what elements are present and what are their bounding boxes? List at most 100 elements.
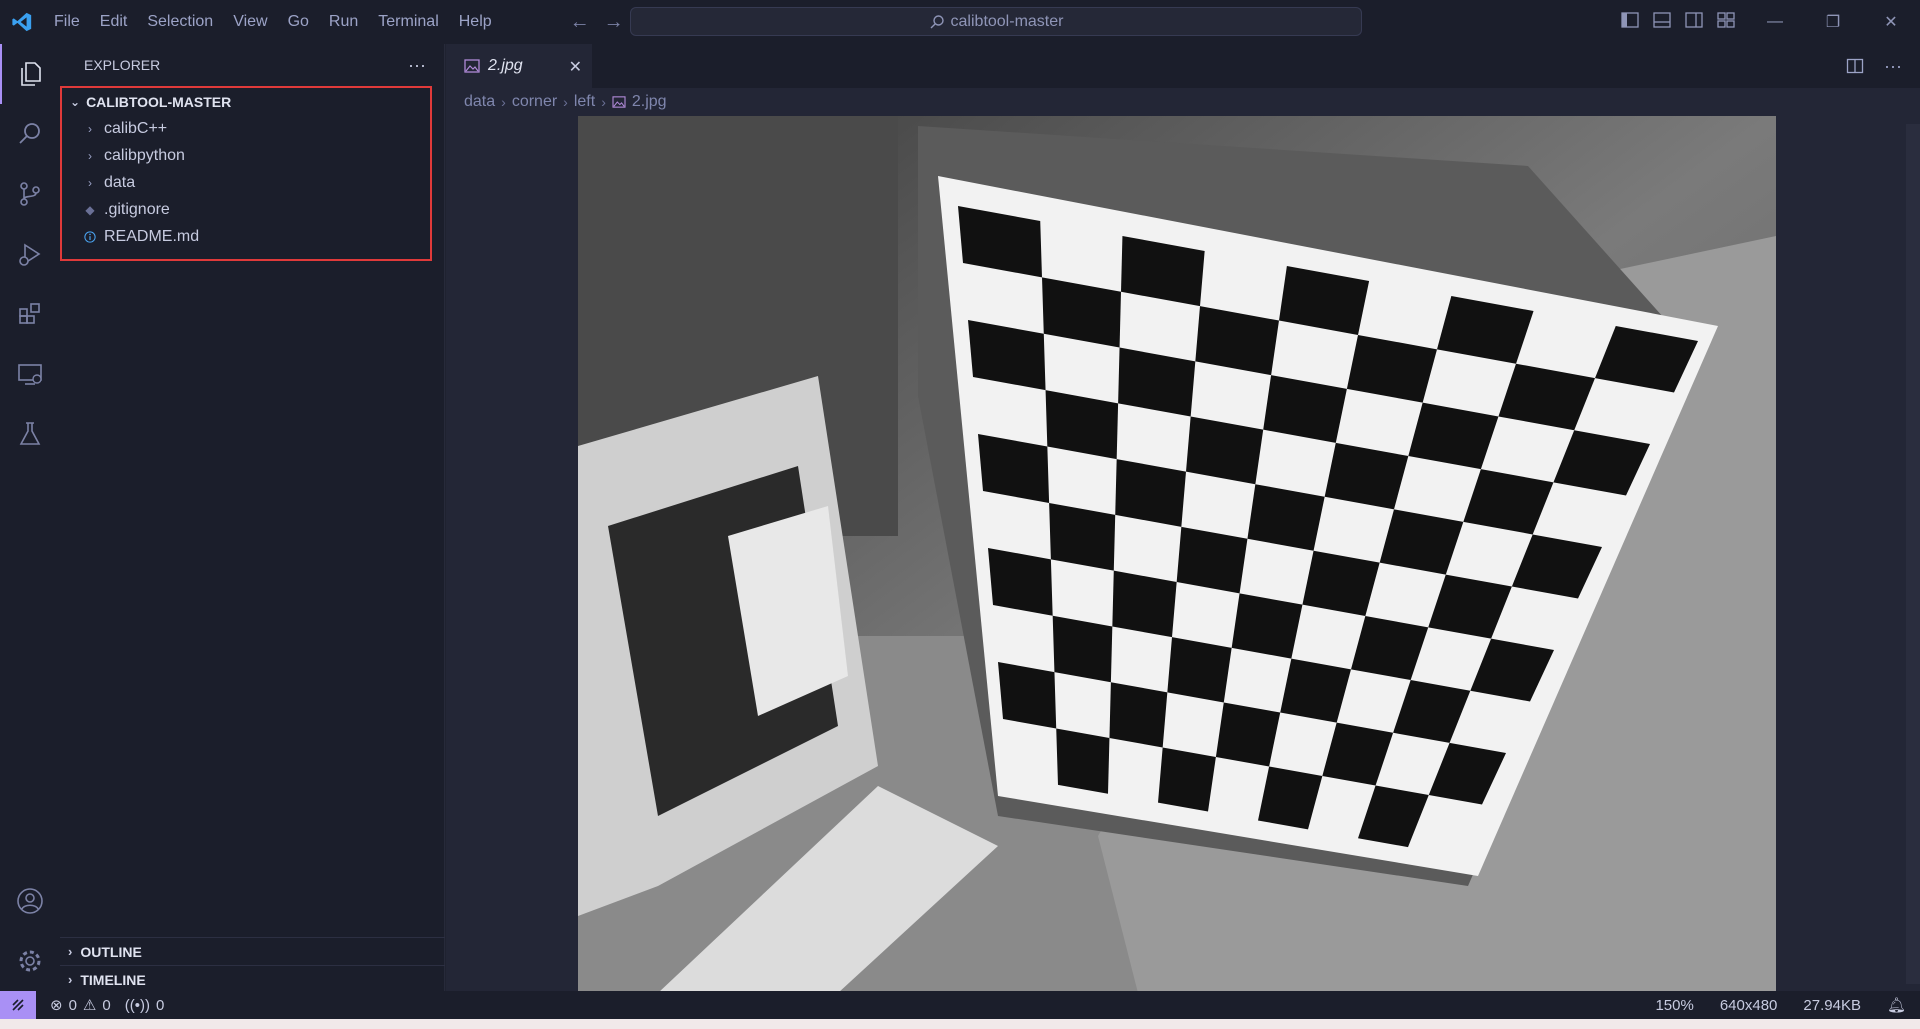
menu-view[interactable]: View xyxy=(223,0,277,44)
tree-item-calibcpp[interactable]: › calibC++ xyxy=(62,115,430,142)
menu-terminal[interactable]: Terminal xyxy=(368,0,448,44)
checker-square xyxy=(1052,615,1113,683)
outline-label: OUTLINE xyxy=(80,943,142,960)
tab-bar: 2.jpg ✕ ··· xyxy=(446,44,1920,88)
menu-selection[interactable]: Selection xyxy=(137,0,223,44)
error-icon: ⊗ xyxy=(50,997,63,1014)
checker-square xyxy=(998,662,1057,729)
customize-layout-icon[interactable] xyxy=(1716,10,1736,30)
image-preview[interactable] xyxy=(578,116,1776,993)
toggle-primary-sidebar-icon[interactable] xyxy=(1620,10,1640,30)
info-icon xyxy=(84,230,96,244)
breadcrumb-file[interactable]: 2.jpg xyxy=(632,93,667,111)
breadcrumb-data[interactable]: data xyxy=(464,93,495,111)
tree-item-label: .gitignore xyxy=(104,200,170,218)
tree-item-label: calibC++ xyxy=(104,119,168,137)
breadcrumb-corner[interactable]: corner xyxy=(512,93,557,111)
checker-square xyxy=(1158,747,1216,812)
search-icon[interactable] xyxy=(0,104,60,164)
tree-item-data[interactable]: › data xyxy=(62,169,430,196)
search-label: calibtool-master xyxy=(950,12,1064,30)
editor-more-actions-icon[interactable]: ··· xyxy=(1884,56,1902,77)
status-bar: ⊗ 0 ⚠ 0 ((•)) 0 150% 640x480 27.94KB 🔔︎ xyxy=(0,991,1920,1019)
tab-2-jpg[interactable]: 2.jpg ✕ xyxy=(446,44,592,88)
minimize-icon[interactable]: — xyxy=(1746,0,1804,44)
chevron-right-icon: › xyxy=(88,175,92,190)
workspace-folder-header[interactable]: ⌄ CALIBTOOL-MASTER xyxy=(62,88,430,115)
activity-bar xyxy=(0,44,60,991)
taskbar-strip xyxy=(0,1019,1920,1029)
breadcrumb-left[interactable]: left xyxy=(574,93,595,111)
ports-count: 0 xyxy=(155,996,165,1014)
notifications-bell-icon[interactable]: 🔔︎ xyxy=(1887,996,1906,1014)
image-dimensions: 640x480 xyxy=(1719,996,1778,1014)
explorer-sidebar: EXPLORER ··· ⌄ CALIBTOOL-MASTER › calibC… xyxy=(60,44,445,991)
warning-icon: ⚠ xyxy=(82,997,97,1014)
checkerboard-photo xyxy=(578,116,1776,993)
sidebar-title: EXPLORER xyxy=(84,57,161,73)
menu-run[interactable]: Run xyxy=(319,0,368,44)
restore-icon[interactable]: ❐ xyxy=(1804,0,1862,44)
broadcast-icon: ((•)) xyxy=(124,996,150,1014)
toggle-secondary-sidebar-icon[interactable] xyxy=(1684,10,1704,30)
workspace-folder-label: CALIBTOOL-MASTER xyxy=(86,93,232,110)
outline-section[interactable]: › OUTLINE xyxy=(60,937,445,965)
checker-square xyxy=(1109,682,1168,748)
menu-file[interactable]: File xyxy=(44,0,90,44)
image-file-icon xyxy=(464,59,480,73)
breadcrumb-separator-icon: › xyxy=(601,94,606,110)
forward-arrow-icon[interactable]: → xyxy=(604,11,624,34)
chevron-right-icon: › xyxy=(88,148,92,163)
menu-go[interactable]: Go xyxy=(278,0,319,44)
tree-item-gitignore[interactable]: ◆ .gitignore xyxy=(62,196,430,223)
checker-square xyxy=(1112,570,1177,638)
warning-count: 0 xyxy=(102,996,111,1014)
tab-label: 2.jpg xyxy=(488,57,523,74)
remote-explorer-icon[interactable] xyxy=(0,344,60,404)
problems-indicator[interactable]: ⊗ 0 ⚠ 0 xyxy=(50,996,111,1015)
ports-indicator[interactable]: ((•)) 0 xyxy=(125,997,165,1014)
testing-icon[interactable] xyxy=(0,404,60,464)
close-window-icon[interactable]: ✕ xyxy=(1862,0,1920,44)
chevron-right-icon: › xyxy=(68,944,73,959)
tree-item-readme[interactable]: README.md xyxy=(62,223,430,250)
zoom-level[interactable]: 150% xyxy=(1655,997,1693,1014)
source-control-icon[interactable] xyxy=(0,164,60,224)
chevron-right-icon: › xyxy=(88,121,92,136)
search-icon xyxy=(930,14,944,28)
more-actions-icon[interactable]: ··· xyxy=(408,55,426,76)
breadcrumb-separator-icon: › xyxy=(501,94,506,110)
vscode-logo-icon xyxy=(0,0,44,44)
run-debug-icon[interactable] xyxy=(0,224,60,284)
back-arrow-icon[interactable]: ← xyxy=(570,11,590,34)
split-editor-icon[interactable] xyxy=(1846,57,1864,75)
settings-gear-icon[interactable] xyxy=(0,931,60,991)
extensions-icon[interactable] xyxy=(0,284,60,344)
file-size: 27.94KB xyxy=(1803,996,1861,1014)
tree-item-calibpython[interactable]: › calibpython xyxy=(62,142,430,169)
menu-bar: File Edit Selection View Go Run Terminal… xyxy=(44,0,502,44)
vertical-scrollbar[interactable] xyxy=(1906,124,1920,984)
breadcrumb-separator-icon: › xyxy=(563,94,568,110)
editor-area: 2.jpg ✕ ··· data › corner › left › 2.jpg xyxy=(446,44,1920,993)
command-center-search[interactable]: calibtool-master xyxy=(630,7,1362,36)
menu-edit[interactable]: Edit xyxy=(90,0,138,44)
checker-square xyxy=(1049,502,1116,571)
chevron-right-icon: › xyxy=(68,972,73,987)
menu-help[interactable]: Help xyxy=(449,0,502,44)
checker-square xyxy=(1056,728,1110,794)
remote-indicator-icon[interactable] xyxy=(0,991,36,1019)
error-count: 0 xyxy=(68,996,77,1014)
timeline-section[interactable]: › TIMELINE xyxy=(60,965,445,993)
image-file-icon xyxy=(612,96,626,108)
checker-square xyxy=(1215,702,1281,767)
breadcrumb: data › corner › left › 2.jpg xyxy=(446,88,1920,116)
toggle-panel-icon[interactable] xyxy=(1652,10,1672,30)
checker-square xyxy=(1167,637,1232,703)
tree-item-label: README.md xyxy=(104,227,200,245)
checker-square xyxy=(988,548,1053,616)
explorer-icon[interactable] xyxy=(0,44,60,104)
accounts-icon[interactable] xyxy=(0,871,60,931)
close-tab-icon[interactable]: ✕ xyxy=(569,57,582,77)
chevron-down-icon: ⌄ xyxy=(70,94,81,109)
